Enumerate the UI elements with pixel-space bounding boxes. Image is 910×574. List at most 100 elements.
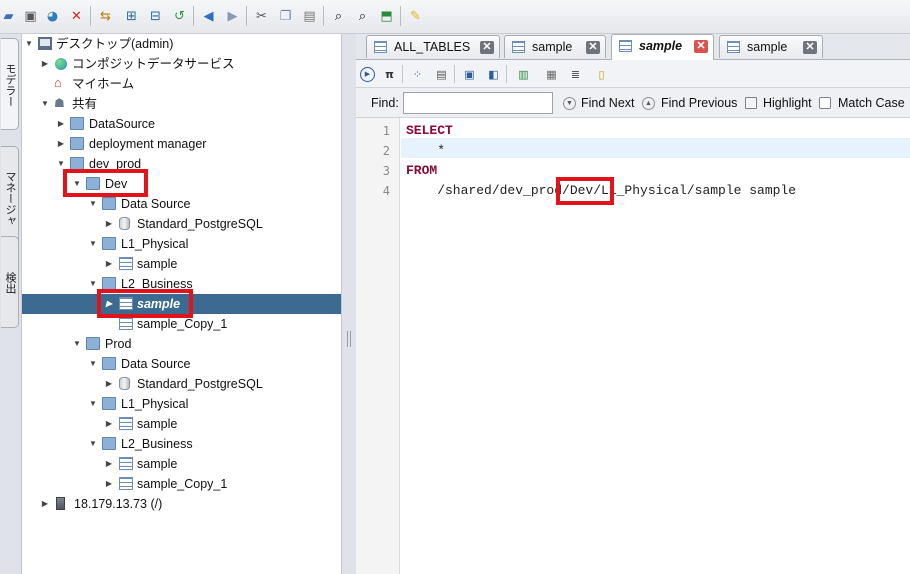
back-icon[interactable]: ◀ xyxy=(200,8,217,25)
pane-splitter[interactable] xyxy=(342,34,356,574)
save-as-icon[interactable]: ◕ xyxy=(44,8,61,25)
close-icon[interactable]: ✕ xyxy=(586,41,600,54)
tab-discovery[interactable]: 検出 xyxy=(1,236,19,328)
view-icon xyxy=(727,41,740,53)
find-previous-button[interactable]: Find Previous xyxy=(661,96,737,110)
tab-all-tables[interactable]: ALL_TABLES ✕ xyxy=(366,35,500,58)
expand-toggle-icon[interactable]: ▼ xyxy=(88,354,98,374)
tree-node-dev-prod[interactable]: ▼ dev_prod xyxy=(22,154,341,174)
expand-toggle-icon[interactable]: ▶ xyxy=(104,454,114,474)
expand-toggle-icon[interactable]: ▼ xyxy=(40,94,50,114)
new-sql-icon[interactable]: ▥ xyxy=(516,67,531,82)
close-icon[interactable]: ✕ xyxy=(803,41,817,54)
tab-sample-active[interactable]: sample ✕ xyxy=(611,34,714,60)
expand-toggle-icon[interactable]: ▶ xyxy=(104,414,114,434)
expand-toggle-icon[interactable]: ▼ xyxy=(56,154,66,174)
highlight-button[interactable]: Highlight xyxy=(763,96,812,110)
tree-node-dev-l2-sample[interactable]: ▶ sample xyxy=(22,294,341,314)
expand-toggle-icon[interactable]: ▶ xyxy=(104,374,114,394)
find-previous-icon[interactable]: ▲ xyxy=(642,97,655,110)
undo-icon[interactable]: ↺ xyxy=(171,8,188,25)
tree-node-prod-l1-sample[interactable]: ▶ sample xyxy=(22,414,341,434)
find-in-tree-icon[interactable]: ⌕ xyxy=(354,8,371,25)
document-icon[interactable]: ▯ xyxy=(594,67,609,82)
tree-node-dev[interactable]: ▼ Dev xyxy=(22,174,341,194)
expand-toggle-icon[interactable]: ▼ xyxy=(88,274,98,294)
tree-node-my-home[interactable]: ⌂ マイホーム xyxy=(22,74,341,94)
expand-toggle-icon[interactable]: ▼ xyxy=(88,234,98,254)
globe-icon xyxy=(55,58,67,70)
forward-icon[interactable]: ▶ xyxy=(224,8,241,25)
expand-toggle-icon[interactable]: ▼ xyxy=(88,394,98,414)
close-icon[interactable]: ✕ xyxy=(694,40,708,53)
sql-editor[interactable]: 1 2 3 4 SELECT * FROM /shared/dev_prod/D… xyxy=(356,118,910,574)
model-icon[interactable]: ⁘ xyxy=(410,67,425,82)
expand-toggle-icon[interactable]: ▶ xyxy=(40,494,50,514)
expand-toggle-icon[interactable]: ▶ xyxy=(104,254,114,274)
refresh-icon[interactable]: ⇆ xyxy=(97,8,114,25)
copy-icon[interactable]: ❐ xyxy=(277,8,294,25)
tree-node-prod-data-source[interactable]: ▼ Data Source xyxy=(22,354,341,374)
highlight-icon xyxy=(745,97,757,109)
add-icon[interactable]: ⊞ xyxy=(123,8,140,25)
expand-toggle-icon[interactable]: ▼ xyxy=(72,174,82,194)
tree-node-dev-data-source[interactable]: ▼ Data Source xyxy=(22,194,341,214)
find-icon[interactable]: ⌕ xyxy=(330,8,347,25)
tree-node-dev-l1-sample[interactable]: ▶ sample xyxy=(22,254,341,274)
tab-sample-3[interactable]: sample ✕ xyxy=(719,35,823,58)
tab-sample-1[interactable]: sample ✕ xyxy=(504,35,606,58)
tree-node-server[interactable]: ▶ 18.179.13.73 (/) xyxy=(22,494,341,514)
tree-node-label: L2_Business xyxy=(121,277,193,291)
execute-icon[interactable]: ▶ xyxy=(360,67,375,82)
indent-icon[interactable]: ≣ xyxy=(568,67,583,82)
save-view-icon[interactable]: ▣ xyxy=(462,67,477,82)
sql-format-icon[interactable]: π xyxy=(382,67,397,82)
find-next-icon[interactable]: ▼ xyxy=(563,97,576,110)
expand-toggle-icon[interactable]: ▶ xyxy=(56,114,66,134)
tree-node-desktop[interactable]: ▼ デスクトップ(admin) xyxy=(22,34,341,54)
tree-node-prod-l2-sample-copy[interactable]: ▶ sample_Copy_1 xyxy=(22,474,341,494)
paste-icon[interactable]: ▤ xyxy=(301,8,318,25)
expand-toggle-icon[interactable]: ▶ xyxy=(56,134,66,154)
tree-node-dev-l1-physical[interactable]: ▼ L1_Physical xyxy=(22,234,341,254)
save-icon[interactable]: ▣ xyxy=(22,8,39,25)
tree-node-dev-standard-postgresql[interactable]: ▶ Standard_PostgreSQL xyxy=(22,214,341,234)
remove-icon[interactable]: ⊟ xyxy=(147,8,164,25)
tab-manager[interactable]: マネージャ xyxy=(1,146,19,248)
print-icon[interactable]: ▤ xyxy=(434,67,449,82)
expand-toggle-icon[interactable]: ▼ xyxy=(88,434,98,454)
tree-node-prod-standard-postgresql[interactable]: ▶ Standard_PostgreSQL xyxy=(22,374,341,394)
close-icon[interactable]: ✕ xyxy=(480,41,494,54)
expand-toggle-icon[interactable]: ▼ xyxy=(72,334,82,354)
match-case-checkbox[interactable] xyxy=(819,97,831,109)
find-next-button[interactable]: Find Next xyxy=(581,96,635,110)
tree-node-dev-l2-business[interactable]: ▼ L2_Business xyxy=(22,274,341,294)
comment-icon[interactable]: ▦ xyxy=(544,67,559,82)
expand-toggle-icon[interactable]: ▶ xyxy=(40,54,50,74)
tree-node-label: sample_Copy_1 xyxy=(137,317,228,331)
tree-node-deployment-manager[interactable]: ▶ deployment manager xyxy=(22,134,341,154)
tree-node-prod[interactable]: ▼ Prod xyxy=(22,334,341,354)
expand-toggle-icon[interactable]: ▶ xyxy=(104,294,114,314)
tree-node-shared[interactable]: ▼ ☗ 共有 xyxy=(22,94,341,114)
tree-node-prod-l2-sample[interactable]: ▶ sample xyxy=(22,454,341,474)
tree-node-prod-l2-business[interactable]: ▼ L2_Business xyxy=(22,434,341,454)
note-icon[interactable]: ✎ xyxy=(407,8,424,25)
expand-toggle-icon[interactable]: ▶ xyxy=(104,214,114,234)
cut-icon[interactable]: ✂ xyxy=(253,8,270,25)
export-icon[interactable]: ◧ xyxy=(486,67,501,82)
splitter-grip-icon[interactable] xyxy=(347,331,351,347)
expand-toggle-icon[interactable]: ▼ xyxy=(24,34,34,54)
tree-node-datasource[interactable]: ▶ DataSource xyxy=(22,114,341,134)
expand-toggle-icon[interactable]: ▶ xyxy=(104,474,114,494)
toolbar-separator xyxy=(454,65,455,83)
find-input[interactable] xyxy=(403,92,553,114)
tree-node-composite-data-services[interactable]: ▶ コンポジットデータサービス xyxy=(22,54,341,74)
tree-node-dev-l2-sample-copy[interactable]: sample_Copy_1 xyxy=(22,314,341,334)
delete-icon[interactable]: ✕ xyxy=(68,8,85,25)
tab-modeler[interactable]: モデラー xyxy=(1,38,19,130)
folder-open-icon[interactable]: ▰ xyxy=(0,8,17,25)
open-icon[interactable]: ⬒ xyxy=(378,8,395,25)
tree-node-prod-l1-physical[interactable]: ▼ L1_Physical xyxy=(22,394,341,414)
expand-toggle-icon[interactable]: ▼ xyxy=(88,194,98,214)
